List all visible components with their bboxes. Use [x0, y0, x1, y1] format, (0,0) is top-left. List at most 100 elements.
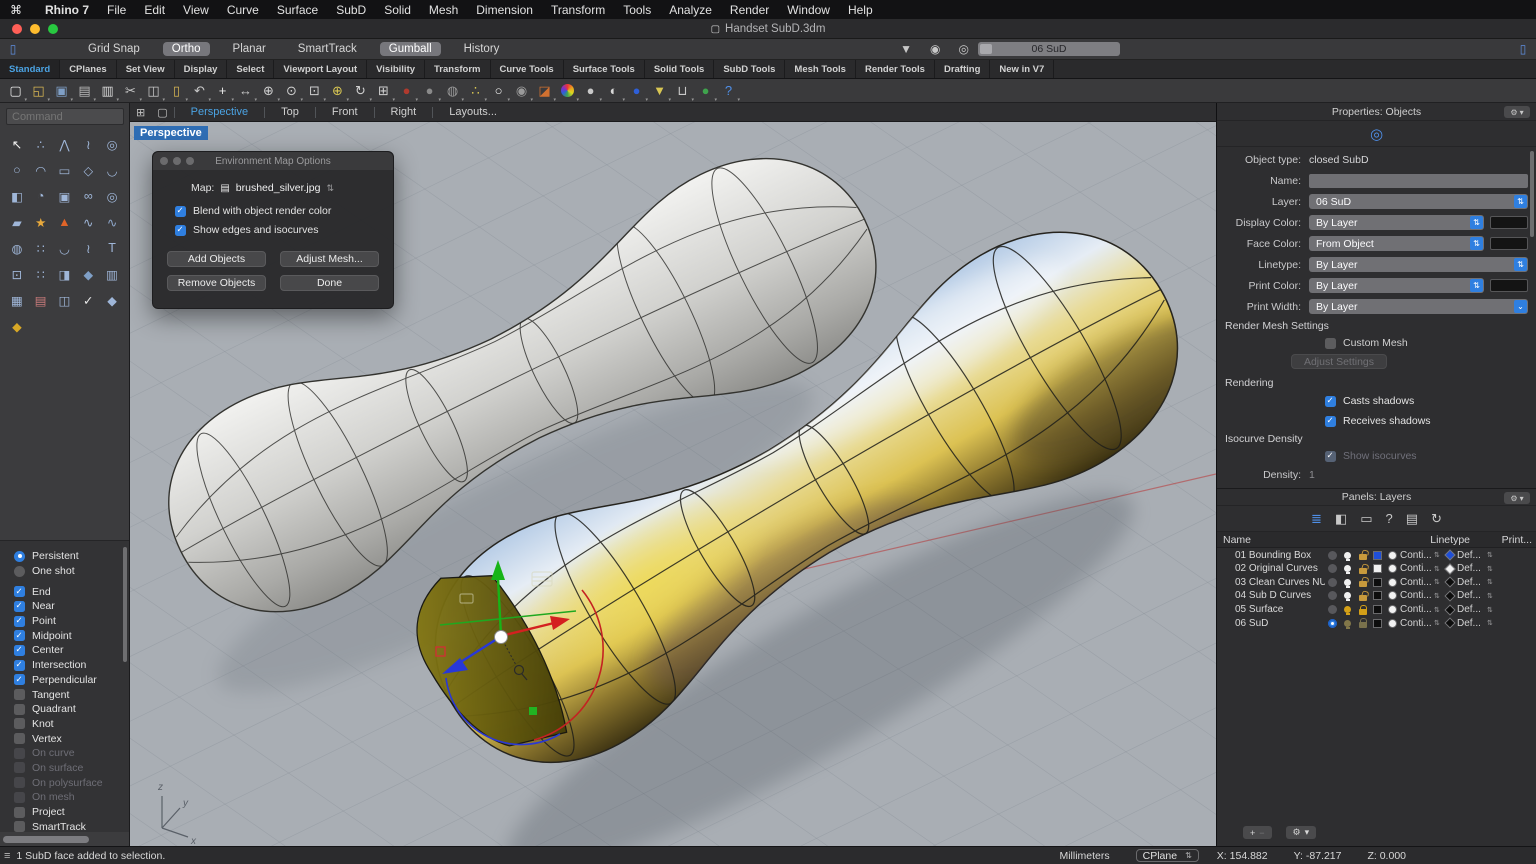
- color-swatch[interactable]: [1490, 279, 1528, 292]
- mode-toggle[interactable]: Ortho: [163, 42, 210, 56]
- copy-surface-tool[interactable]: ◨: [53, 263, 77, 285]
- right-panel-icon[interactable]: ▯: [1510, 42, 1536, 56]
- checkbox-icon[interactable]: [14, 748, 25, 759]
- layer-lock-icon[interactable]: [1359, 622, 1367, 628]
- toolbar-tab[interactable]: Visibility: [367, 60, 425, 78]
- mode-toggle[interactable]: History: [455, 42, 509, 56]
- shaded-view-icon[interactable]: ◍: [441, 81, 464, 101]
- menu-item[interactable]: Mesh: [420, 3, 467, 17]
- viewport-layout-icon[interactable]: ⊞: [372, 81, 395, 101]
- layer-lock-icon[interactable]: [1359, 581, 1367, 587]
- structure-tool[interactable]: ▤: [29, 289, 53, 311]
- rendering-checkbox-row[interactable]: Casts shadows: [1325, 394, 1528, 409]
- sphere-matte-icon[interactable]: ●: [579, 81, 602, 101]
- command-input[interactable]: [6, 108, 124, 125]
- stepper-icon[interactable]: ⇅: [1434, 606, 1443, 614]
- box-tool[interactable]: ▣: [53, 185, 77, 207]
- print-color-diamond[interactable]: [1444, 563, 1455, 574]
- print-color-diamond[interactable]: [1444, 550, 1455, 561]
- current-layer-radio[interactable]: [1328, 605, 1337, 614]
- property-dropdown[interactable]: By Layer ⇅: [1309, 215, 1484, 230]
- fillet-tool[interactable]: ◍: [5, 237, 29, 259]
- stepper-icon[interactable]: ⇅: [1487, 551, 1496, 559]
- menu-item[interactable]: Render: [721, 3, 778, 17]
- block-icon[interactable]: ⊔: [671, 81, 694, 101]
- layer-lock-icon[interactable]: [1359, 554, 1367, 560]
- viewport-tab[interactable]: Right: [374, 107, 433, 118]
- density-value[interactable]: 1: [1309, 469, 1315, 481]
- checkbox-icon[interactable]: [1325, 396, 1336, 407]
- checkbox-icon[interactable]: [14, 821, 25, 832]
- layer-visibility-bulb-icon[interactable]: [1344, 552, 1351, 559]
- toolbar-tab[interactable]: Standard: [0, 60, 60, 78]
- check-tool[interactable]: ✓: [76, 289, 100, 311]
- viewport-tab[interactable]: Layouts...: [432, 107, 513, 118]
- layer-material-icon[interactable]: [1388, 619, 1397, 628]
- bend-tool[interactable]: ◡: [53, 237, 77, 259]
- properties-gear-button[interactable]: ⚙ ▾: [1504, 106, 1530, 118]
- layer-row[interactable]: 04 Sub D Curves Conti... ⇅ Def... ⇅: [1217, 589, 1536, 603]
- duplicate-tool[interactable]: ◫: [53, 289, 77, 311]
- mode-toggle[interactable]: Grid Snap: [79, 42, 149, 56]
- layer-material-icon[interactable]: [1388, 591, 1397, 600]
- checkbox-icon[interactable]: [14, 777, 25, 788]
- toolbar-tab[interactable]: Viewport Layout: [274, 60, 367, 78]
- toolbar-tab[interactable]: Set View: [117, 60, 175, 78]
- freeform-tool[interactable]: ◡: [100, 159, 124, 181]
- layer-material-icon[interactable]: [1388, 605, 1397, 614]
- osnap-check-row[interactable]: Quadrant: [14, 702, 129, 717]
- plane-tool[interactable]: ▰: [5, 211, 29, 233]
- current-layer-radio[interactable]: [1328, 619, 1337, 628]
- torus-tool[interactable]: ◎: [100, 185, 124, 207]
- adjust-settings-button[interactable]: Adjust Settings: [1291, 354, 1387, 369]
- osnap-check-row[interactable]: Vertex: [14, 731, 129, 746]
- layer-printwidth-value[interactable]: Def...: [1457, 563, 1487, 574]
- zoom-window-icon[interactable]: ⊡: [303, 81, 326, 101]
- cut-icon[interactable]: ✂: [119, 81, 142, 101]
- checkbox-icon[interactable]: [175, 225, 186, 236]
- checkbox-icon[interactable]: [14, 660, 25, 671]
- zoom-selected-icon[interactable]: ⊕: [326, 81, 349, 101]
- point-tool[interactable]: ∴: [29, 133, 53, 155]
- viewport-tab[interactable]: Perspective: [174, 107, 264, 118]
- twist-tool[interactable]: ≀: [76, 237, 100, 259]
- dialog-title-bar[interactable]: Environment Map Options: [153, 152, 393, 170]
- layer-printwidth-value[interactable]: Def...: [1457, 577, 1487, 588]
- stepper-icon[interactable]: ⇅: [1487, 592, 1496, 600]
- sync-tab-icon[interactable]: ↻: [1431, 511, 1442, 527]
- arc-tool[interactable]: ◠: [29, 159, 53, 181]
- toolbar-tab[interactable]: SubD Tools: [714, 60, 785, 78]
- toolbar-tab[interactable]: New in V7: [990, 60, 1054, 78]
- dialog-checkbox-row[interactable]: Blend with object render color: [175, 204, 393, 219]
- stepper-icon[interactable]: ⇅: [1487, 606, 1496, 614]
- checkbox-icon[interactable]: [14, 586, 25, 597]
- current-layer-pill[interactable]: 06 SuD: [978, 42, 1120, 56]
- checkbox-icon[interactable]: [14, 674, 25, 685]
- gumball-origin[interactable]: [495, 631, 508, 644]
- property-dropdown[interactable]: By Layer ⌄: [1309, 299, 1528, 314]
- color-swatch[interactable]: [1490, 237, 1528, 250]
- layer-row[interactable]: 06 SuD Conti... ⇅ Def... ⇅: [1217, 616, 1536, 630]
- layer-color-swatch[interactable]: [1373, 578, 1382, 587]
- stepper-icon[interactable]: ⇅: [1487, 619, 1496, 627]
- layer-linetype-value[interactable]: Conti...: [1400, 563, 1434, 574]
- toolbar-tab[interactable]: Curve Tools: [491, 60, 564, 78]
- custom-mesh-row[interactable]: Custom Mesh: [1325, 337, 1528, 349]
- layer-material-icon[interactable]: [1388, 564, 1397, 573]
- toolbar-tab[interactable]: Surface Tools: [564, 60, 645, 78]
- menu-item[interactable]: View: [174, 3, 218, 17]
- sphere-shiny-icon[interactable]: ◐: [602, 81, 625, 101]
- join-tool[interactable]: ∿: [76, 211, 100, 233]
- column-linetype[interactable]: Linetype: [1430, 534, 1470, 546]
- cplane-dropdown[interactable]: CPlane ⇅: [1136, 849, 1199, 862]
- checkbox-icon[interactable]: [14, 718, 25, 729]
- layers-tab-icon[interactable]: ≣: [1311, 511, 1322, 527]
- current-layer-radio[interactable]: [1328, 551, 1337, 560]
- radio-icon[interactable]: [14, 566, 25, 577]
- print-color-diamond[interactable]: [1444, 590, 1455, 601]
- osnap-scrollbar[interactable]: [123, 547, 127, 662]
- layer-visibility-bulb-icon[interactable]: [1344, 620, 1351, 627]
- mode-toggle[interactable]: Planar: [224, 42, 275, 56]
- checkbox-icon[interactable]: [14, 704, 25, 715]
- property-dropdown[interactable]: By Layer ⇅: [1309, 278, 1484, 293]
